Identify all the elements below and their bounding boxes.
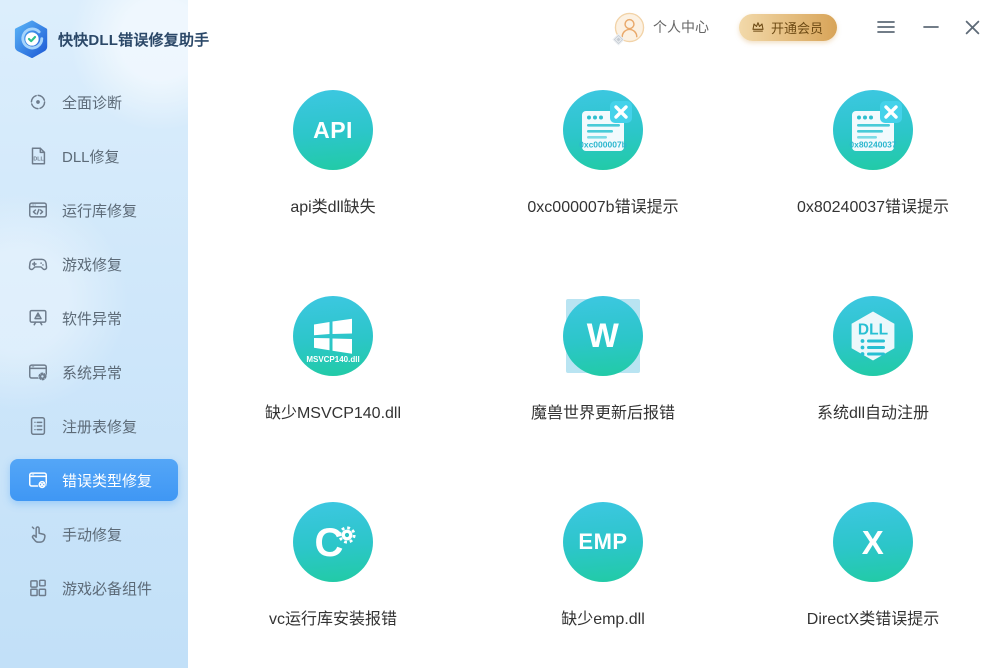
open-vip-label: 开通会员 xyxy=(770,20,823,36)
app-title: 快快DLL错误修复助手 xyxy=(58,31,210,49)
runtime-code-window-icon xyxy=(29,202,47,218)
grid-item-emp[interactable]: EMP 缺少emp.dll xyxy=(468,500,738,668)
sidebar-item-game-components[interactable]: 游戏必备组件 xyxy=(0,561,188,615)
open-vip-button[interactable]: 开通会员 xyxy=(738,13,837,41)
wow-circle-icon: W xyxy=(563,296,643,376)
grid-item-wow[interactable]: W 魔兽世界更新后报错 xyxy=(468,294,738,500)
profile-center-link[interactable]: 个人中心 xyxy=(653,17,709,37)
sidebar-item-label: 游戏修复 xyxy=(62,256,123,274)
gamepad-icon xyxy=(28,258,48,271)
sidebar-item-label: 全面诊断 xyxy=(62,94,123,112)
sidebar-item-label: 系统异常 xyxy=(62,364,123,382)
sidebar-item-software-error[interactable]: 软件异常 xyxy=(0,291,188,345)
system-gear-window-icon xyxy=(29,364,47,381)
close-icon xyxy=(965,20,980,34)
sidebar-item-runtime-repair[interactable]: 运行库修复 xyxy=(0,183,188,237)
sidebar-item-game-repair[interactable]: 游戏修复 xyxy=(0,237,188,291)
crown-icon xyxy=(752,22,764,32)
sidebar-item-label: 运行库修复 xyxy=(62,202,138,220)
shield-check-logo-icon xyxy=(14,20,48,58)
topbar: 个人中心 开通会员 xyxy=(188,0,998,54)
sidebar-item-system-error[interactable]: 系统异常 xyxy=(0,345,188,399)
app-window: 快快DLL错误修复助手 全面诊断 DLL DLL修复 运行库修复 游戏修复 软件… xyxy=(0,0,998,668)
grid-item-label: DirectX类错误提示 xyxy=(806,611,940,628)
grid-item-0x80240037[interactable]: 0x80240037 0x80240037错误提示 xyxy=(738,88,998,294)
registry-doc-icon xyxy=(30,417,46,435)
emp-circle-icon: EMP xyxy=(563,502,643,582)
app-logo-row: 快快DLL错误修复助手 xyxy=(13,20,209,58)
grid-item-label: 缺少emp.dll xyxy=(561,611,645,628)
window-close-button[interactable] xyxy=(963,18,982,37)
sidebar: 快快DLL错误修复助手 全面诊断 DLL DLL修复 运行库修复 游戏修复 软件… xyxy=(0,0,209,668)
sidebar-item-full-diagnosis[interactable]: 全面诊断 xyxy=(0,75,188,129)
grid-item-dll-register[interactable]: DLL 系统dll自动注册 xyxy=(738,294,998,500)
sidebar-menu: 全面诊断 DLL DLL修复 运行库修复 游戏修复 软件异常 系统异常 注册表修… xyxy=(0,75,188,615)
grid-item-msvcp140[interactable]: MSVCP140.dll 缺少MSVCP140.dll xyxy=(198,294,468,500)
svg-text:DLL: DLL xyxy=(858,322,888,339)
sidebar-item-label: 注册表修复 xyxy=(62,418,138,436)
components-grid-icon xyxy=(30,579,47,597)
sidebar-item-registry-repair[interactable]: 注册表修复 xyxy=(0,399,188,453)
minimize-icon xyxy=(923,26,939,28)
error-doc-circle-icon: 0xc000007b xyxy=(563,90,643,170)
sidebar-item-label: 游戏必备组件 xyxy=(62,580,153,598)
grid-item-api-dll[interactable]: API api类dll缺失 xyxy=(198,88,468,294)
error-type-grid: API api类dll缺失 0xc000007b 0xc000007b错误提示 … xyxy=(198,88,998,668)
sidebar-item-error-type-repair[interactable]: 错误类型修复 xyxy=(10,459,178,501)
sidebar-item-label: DLL修复 xyxy=(62,148,120,166)
error-type-window-icon xyxy=(29,472,47,489)
grid-item-label: 系统dll自动注册 xyxy=(816,405,929,422)
vip-level-diamond-icon xyxy=(612,32,625,46)
dll-file-icon: DLL xyxy=(31,147,46,165)
grid-item-label: 魔兽世界更新后报错 xyxy=(530,405,675,422)
dll-hexagon-circle-icon: DLL xyxy=(833,296,913,376)
sidebar-item-label: 手动修复 xyxy=(62,526,123,544)
grid-item-label: vc运行库安装报错 xyxy=(268,611,397,628)
sidebar-item-manual-repair[interactable]: 手动修复 xyxy=(0,507,188,561)
grid-item-0xc000007b[interactable]: 0xc000007b 0xc000007b错误提示 xyxy=(468,88,738,294)
software-warning-icon xyxy=(29,309,47,326)
svg-text:DLL: DLL xyxy=(33,157,44,163)
svg-text:MSVCP140.dll: MSVCP140.dll xyxy=(306,355,359,364)
api-circle-icon: API xyxy=(293,90,373,170)
svg-text:C: C xyxy=(315,521,344,565)
svg-text:0xc000007b: 0xc000007b xyxy=(579,140,627,150)
target-icon xyxy=(30,94,46,110)
sidebar-item-dll-repair[interactable]: DLL DLL修复 xyxy=(0,129,188,183)
grid-item-label: api类dll缺失 xyxy=(290,199,376,216)
grid-item-label: 0x80240037错误提示 xyxy=(796,199,950,216)
grid-item-label: 0xc000007b错误提示 xyxy=(527,199,679,216)
svg-text:0x80240037: 0x80240037 xyxy=(849,140,897,150)
hamburger-menu-icon xyxy=(877,21,895,33)
grid-item-label: 缺少MSVCP140.dll xyxy=(264,405,402,422)
window-minimize-button[interactable] xyxy=(921,18,941,36)
windows-logo-circle-icon: MSVCP140.dll xyxy=(293,296,373,376)
avatar[interactable] xyxy=(612,12,645,46)
error-doc-circle-icon: 0x80240037 xyxy=(833,90,913,170)
window-menu-button[interactable] xyxy=(875,18,897,36)
vc-gear-circle-icon: C xyxy=(293,502,373,582)
hand-pointer-icon xyxy=(31,526,46,543)
directx-circle-icon: X xyxy=(833,502,913,582)
sidebar-item-label: 错误类型修复 xyxy=(62,472,153,490)
grid-item-vc-runtime[interactable]: C vc运行库安装报错 xyxy=(198,500,468,668)
grid-item-directx[interactable]: X DirectX类错误提示 xyxy=(738,500,998,668)
sidebar-item-label: 软件异常 xyxy=(62,310,123,328)
